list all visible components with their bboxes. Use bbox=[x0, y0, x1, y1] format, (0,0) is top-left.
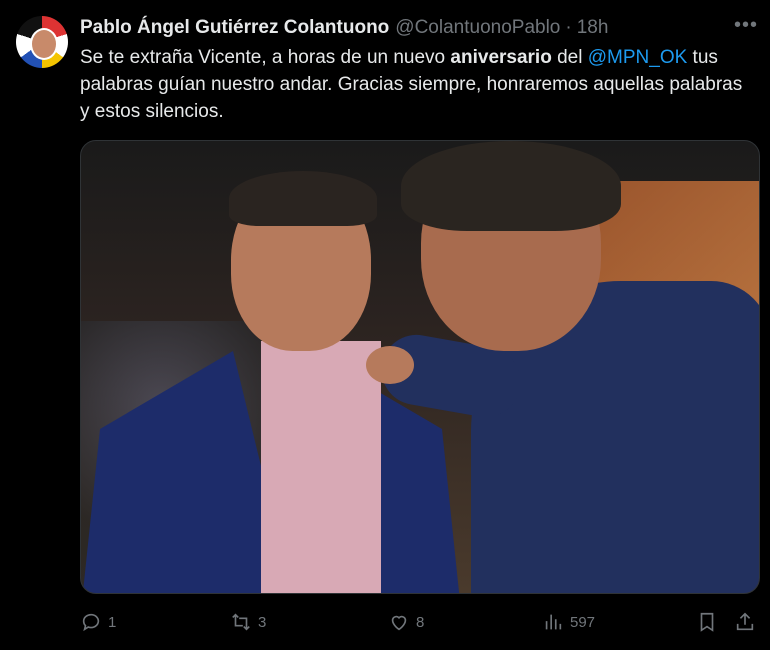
bookmark-icon bbox=[700, 612, 714, 632]
retweet-icon bbox=[232, 613, 250, 631]
action-bar: 1 3 8 597 bbox=[80, 606, 758, 638]
reply-icon bbox=[82, 613, 100, 632]
tweet-text-part2: del bbox=[551, 47, 588, 68]
share-button[interactable] bbox=[734, 606, 756, 638]
photo-man-shirt bbox=[261, 341, 381, 593]
like-button[interactable]: 8 bbox=[388, 606, 424, 638]
avatar[interactable] bbox=[16, 16, 68, 68]
views-count: 597 bbox=[570, 613, 596, 631]
photo-second-man-hair bbox=[401, 141, 621, 231]
tweet-header: Pablo Ángel Gutiérrez Colantuono @Colant… bbox=[80, 16, 754, 40]
views-button[interactable]: 597 bbox=[542, 606, 595, 638]
more-horizontal-icon[interactable]: ••• bbox=[734, 14, 758, 37]
tweet-text: Se te extraña Vicente, a horas de un nue… bbox=[80, 44, 756, 125]
bookmark-button[interactable] bbox=[696, 606, 718, 638]
reply-button[interactable]: 1 bbox=[80, 606, 116, 638]
tweet-text-bold: aniversario bbox=[450, 47, 552, 68]
author-name[interactable]: Pablo Ángel Gutiérrez Colantuono bbox=[80, 17, 389, 39]
separator-dot: · bbox=[565, 17, 572, 38]
retweet-count: 3 bbox=[258, 613, 267, 631]
share-icon bbox=[736, 612, 754, 631]
reply-count: 1 bbox=[108, 613, 117, 631]
retweet-button[interactable]: 3 bbox=[230, 606, 266, 638]
timestamp[interactable]: 18h bbox=[577, 17, 609, 39]
tweet: Pablo Ángel Gutiérrez Colantuono @Colant… bbox=[0, 0, 770, 650]
tweet-text-part1: Se te extraña Vicente, a horas de un nue… bbox=[80, 47, 451, 68]
photo-hand bbox=[366, 346, 414, 384]
tweet-photo[interactable] bbox=[80, 140, 760, 594]
heart-icon bbox=[391, 615, 407, 631]
views-icon bbox=[545, 614, 562, 630]
photo-man-hair bbox=[229, 171, 377, 226]
author-handle[interactable]: @ColantuonoPablo bbox=[395, 17, 560, 39]
like-count: 8 bbox=[416, 613, 425, 631]
mention-link[interactable]: @MPN_OK bbox=[588, 47, 688, 68]
